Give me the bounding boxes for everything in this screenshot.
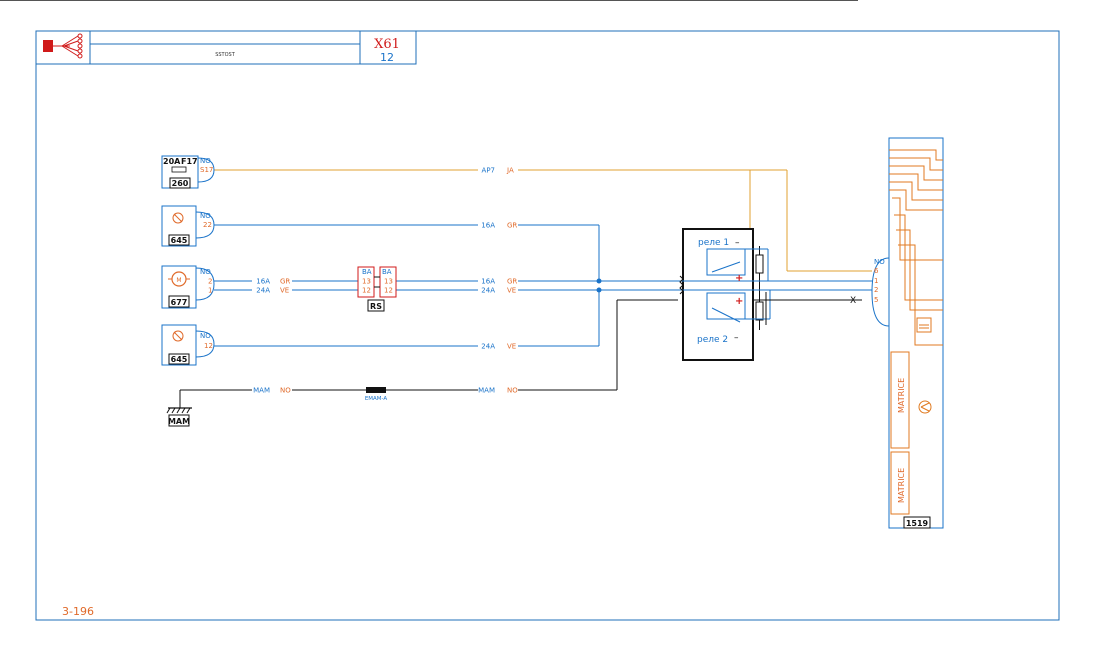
- sensor-645-bottom: 645 NO 12: [161, 324, 215, 366]
- ecu-block1: MATRICE: [897, 378, 906, 413]
- wire-16a-mid-r-code: 16A: [481, 278, 495, 286]
- rs-id: RS: [370, 302, 382, 311]
- wire-16a-mid: 16A GR 16A GR: [214, 277, 678, 286]
- fuse-260: 20A F17 260 NO S17: [161, 155, 215, 189]
- rs-pin-right-13: 13: [384, 278, 393, 286]
- rs-pin-left-12: 12: [362, 287, 371, 295]
- rs-pin-left-13: 13: [362, 278, 371, 286]
- sensor-bottom-pin-label: NO: [200, 332, 211, 340]
- wire-24a-mid-r-color: VE: [507, 287, 516, 295]
- ecu-1519: NO 6 1 2 5 MATRICE MATRICE 1519: [871, 137, 944, 529]
- sensor-top-pin: 22: [203, 221, 212, 229]
- header-code: X61: [374, 37, 400, 52]
- wire-24a-bottom: 24A VE: [214, 290, 600, 351]
- wire-16a-mid-l-code: 16A: [256, 278, 270, 286]
- relay2-label: реле 2: [697, 335, 728, 345]
- wire-24a-mid-l-color: VE: [280, 287, 289, 295]
- splice-emam-a: EMAM-A: [365, 387, 388, 402]
- ecu-id: 1519: [906, 519, 929, 528]
- wire-24a-bot-code: 24A: [481, 343, 495, 351]
- title-block: SSTOST X61 12: [35, 30, 417, 65]
- wire-ap7-color: JA: [506, 167, 514, 175]
- motor-677: M 677 NO 2 1: [161, 265, 215, 309]
- fuse-rating: 20A: [163, 157, 181, 166]
- relay2-plus: +: [735, 296, 743, 307]
- fuse-id: 260: [172, 179, 189, 188]
- wire-16a-top: 16A GR: [214, 221, 600, 281]
- ecu-block2: MATRICE: [897, 468, 906, 503]
- fuse-pin: S17: [200, 166, 213, 174]
- wire-16a-top-code: 16A: [481, 222, 495, 230]
- connector-logo-icon: [43, 33, 83, 59]
- splice-label: EMAM-A: [365, 396, 388, 402]
- wiring-diagram: SSTOST X61 12 3-196 AP7 JA 16A GR 16A GR…: [0, 0, 1060, 621]
- wire-mam-l-color: NO: [280, 387, 291, 395]
- wire-ap7: AP7 JA: [214, 166, 872, 272]
- relay2-minus: –: [734, 333, 739, 343]
- svg-text:M: M: [176, 277, 181, 284]
- wire-16a-top-color: GR: [507, 222, 517, 230]
- wire-mam-l-code: MAM: [253, 387, 270, 395]
- connector-rs: BA BA 13 12 13 12 RS: [357, 266, 397, 312]
- wire-16a-mid-r-color: GR: [507, 278, 517, 286]
- ecu-pin-label: NO: [874, 258, 885, 266]
- ecu-pin-5: 5: [874, 296, 878, 304]
- fuse-pin-label: NO: [200, 157, 211, 165]
- rs-label-right: BA: [382, 268, 392, 276]
- sensor-645-top: 645 NO 22: [161, 205, 215, 247]
- motor-pin-1: 1: [208, 287, 212, 295]
- wire-ap7-code: AP7: [482, 167, 495, 175]
- ecu-pin-2: 2: [874, 286, 878, 294]
- ground-mam: MAM: [166, 407, 192, 427]
- wire-24a-mid-r-code: 24A: [481, 287, 495, 295]
- relay-box: реле 1 – + + реле 2 – X: [678, 228, 872, 361]
- motor-id: 677: [171, 298, 188, 307]
- wire-mam: MAM NO MAM NO: [179, 299, 678, 408]
- sensor-bottom-id: 645: [171, 355, 188, 364]
- wire-16a-mid-l-color: GR: [280, 278, 290, 286]
- fuse-ref: F17: [181, 157, 198, 166]
- wire-24a-mid: 24A VE 24A VE: [214, 286, 678, 295]
- ecu-pin-1: 1: [874, 277, 878, 285]
- rs-pin-right-12: 12: [384, 287, 393, 295]
- sensor-bottom-pin: 12: [204, 342, 213, 350]
- wire-24a-mid-l-code: 24A: [256, 287, 270, 295]
- header-subtitle: SSTOST: [215, 52, 236, 58]
- wire-24a-bot-color: VE: [507, 343, 516, 351]
- relay1-label: реле 1: [698, 238, 729, 248]
- x-mark: X: [850, 296, 856, 306]
- relay1-minus: –: [735, 238, 740, 248]
- footer-ref: 3-196: [62, 605, 94, 618]
- header-page: 12: [380, 51, 394, 64]
- relay1-plus: +: [735, 273, 743, 284]
- motor-pin-label: NO: [200, 268, 211, 276]
- junction-dot: [596, 278, 602, 284]
- wire-mam-r-color: NO: [507, 387, 518, 395]
- motor-pin-2: 2: [208, 278, 212, 286]
- ecu-pin-6: 6: [874, 267, 879, 275]
- sensor-top-id: 645: [171, 236, 188, 245]
- ground-id: MAM: [168, 417, 190, 426]
- sensor-top-pin-label: NO: [200, 212, 211, 220]
- ground-icon: [166, 407, 192, 414]
- wire-mam-r-code: MAM: [478, 387, 495, 395]
- rs-label-left: BA: [362, 268, 372, 276]
